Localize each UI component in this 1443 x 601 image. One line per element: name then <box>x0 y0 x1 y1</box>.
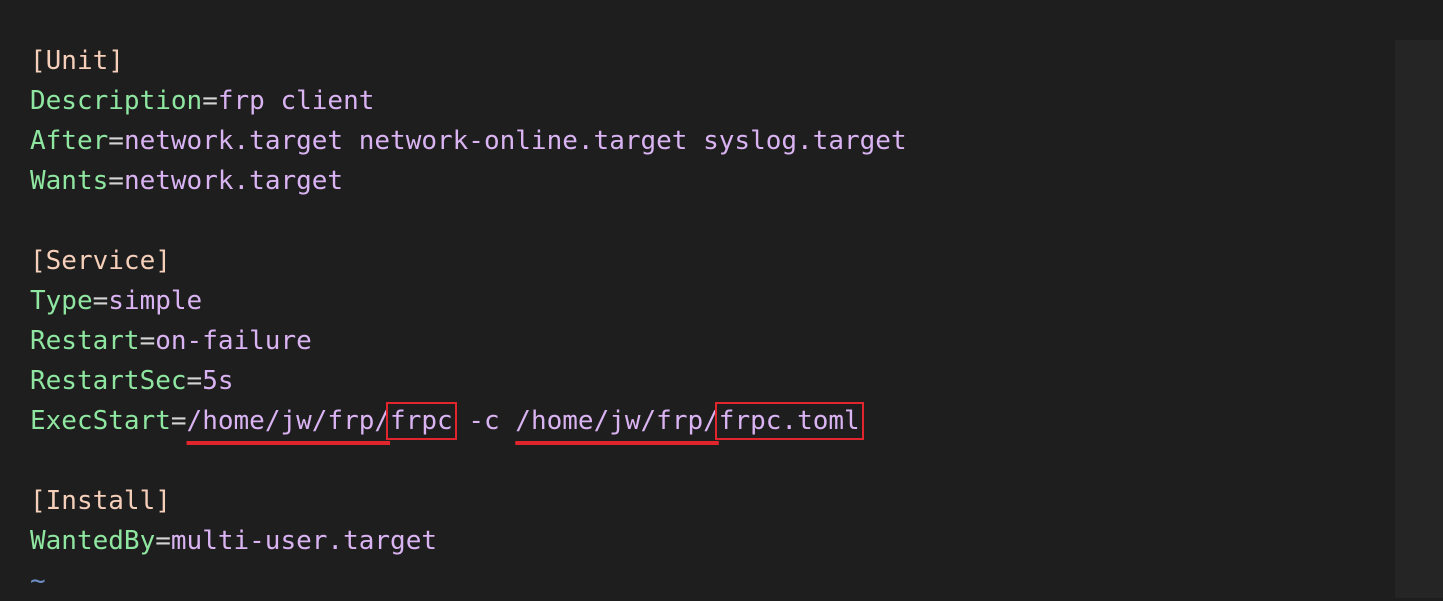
value-restart: on-failure <box>155 326 312 356</box>
key-after: After <box>30 126 109 156</box>
key-restart: Restart <box>30 326 140 356</box>
equals-sign: = <box>155 526 171 556</box>
scrollbar-track[interactable] <box>1395 40 1443 598</box>
key-description: Description <box>30 86 203 116</box>
section-header-install: [Install] <box>30 486 171 516</box>
blank-line <box>30 441 907 481</box>
terminal-editor[interactable]: [Unit] Description=frp client After=netw… <box>0 0 1443 598</box>
exec-path-underlined: /home/jw/frp/ <box>186 406 391 436</box>
value-description: frp client <box>217 86 375 116</box>
line-restart: Restart=on-failure <box>30 321 907 361</box>
blank-line <box>30 201 907 241</box>
eof-tilde: ~ <box>30 566 46 596</box>
equals-sign: = <box>202 86 218 116</box>
line-restartsec: RestartSec=5s <box>30 361 907 401</box>
section-header-service: [Service] <box>30 246 171 276</box>
line-wants: Wants=network.target <box>30 161 907 201</box>
equals-sign: = <box>108 126 124 156</box>
line-type: Type=simple <box>30 281 907 321</box>
equals-sign: = <box>108 166 124 196</box>
line-eof: ~ <box>30 561 907 601</box>
equals-sign: = <box>186 366 203 396</box>
file-content: [Unit] Description=frp client After=netw… <box>30 41 907 601</box>
value-wants: network.target <box>123 166 344 196</box>
value-wantedby: multi-user.target <box>170 526 437 556</box>
line-execstart: ExecStart=/home/jw/frp/frpc -c /home/jw/… <box>30 401 907 441</box>
value-after: network.target network-online.target sys… <box>123 126 907 156</box>
equals-sign: = <box>139 326 156 356</box>
line-description: Description=frp client <box>30 81 907 121</box>
line-service-section: [Service] <box>30 241 907 281</box>
config-path-underlined: /home/jw/frp/ <box>515 406 719 436</box>
section-header-unit: [Unit] <box>30 46 124 76</box>
line-unit-section: [Unit] <box>30 41 907 81</box>
key-type: Type <box>30 286 93 316</box>
key-wants: Wants <box>30 166 109 196</box>
line-install-section: [Install] <box>30 481 907 521</box>
line-wantedby: WantedBy=multi-user.target <box>30 521 907 561</box>
value-type: simple <box>108 286 203 316</box>
key-wantedby: WantedBy <box>30 526 156 556</box>
equals-sign: = <box>92 286 109 316</box>
key-restartsec: RestartSec <box>30 366 187 396</box>
exec-flag: -c <box>452 406 516 436</box>
equals-sign: = <box>170 406 187 436</box>
key-execstart: ExecStart <box>30 406 171 436</box>
value-restartsec: 5s <box>202 366 234 396</box>
exec-binary-highlighted: frpc <box>386 402 457 440</box>
config-file-highlighted: frpc.toml <box>714 402 864 440</box>
line-after: After=network.target network-online.targ… <box>30 121 907 161</box>
